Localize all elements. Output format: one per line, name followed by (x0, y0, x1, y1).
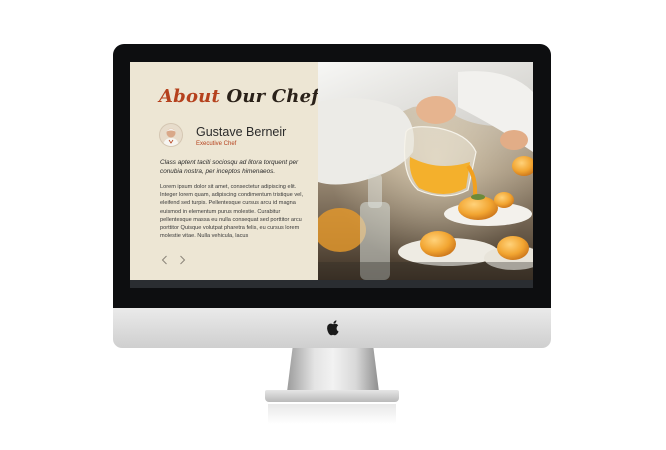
monitor-stand-foot (265, 390, 399, 402)
chef-quote: Class aptent taciti sociosqu ad litora t… (160, 159, 299, 176)
chef-name: Gustave Berneir (196, 125, 287, 139)
chef-plating-photo (318, 62, 533, 280)
section-title-rest: Our Chefs (226, 86, 330, 107)
stand-reflection (268, 404, 396, 424)
monitor-stand-neck (287, 348, 379, 392)
chef-portrait-icon (160, 124, 182, 146)
chevron-left-icon (161, 255, 167, 265)
chevron-right-icon (180, 255, 186, 265)
kitchen-scene-illustration (318, 62, 533, 280)
chef-avatar (160, 124, 182, 146)
previous-chef-button[interactable] (160, 250, 170, 265)
section-title-accent: About (159, 86, 220, 107)
next-chef-button[interactable] (177, 250, 187, 265)
section-title: About Our Chefs (159, 86, 330, 107)
chef-info-panel: About Our Chefs Gustave Berneir Executiv… (130, 62, 329, 280)
chef-role: Executive Chef (196, 141, 237, 147)
apple-logo-icon (327, 320, 339, 336)
monitor-screen: About Our Chefs Gustave Berneir Executiv… (130, 62, 533, 288)
screen-bottom-strip (130, 280, 533, 288)
chef-bio: Lorem ipsum dolor sit amet, consectetur … (160, 184, 304, 240)
